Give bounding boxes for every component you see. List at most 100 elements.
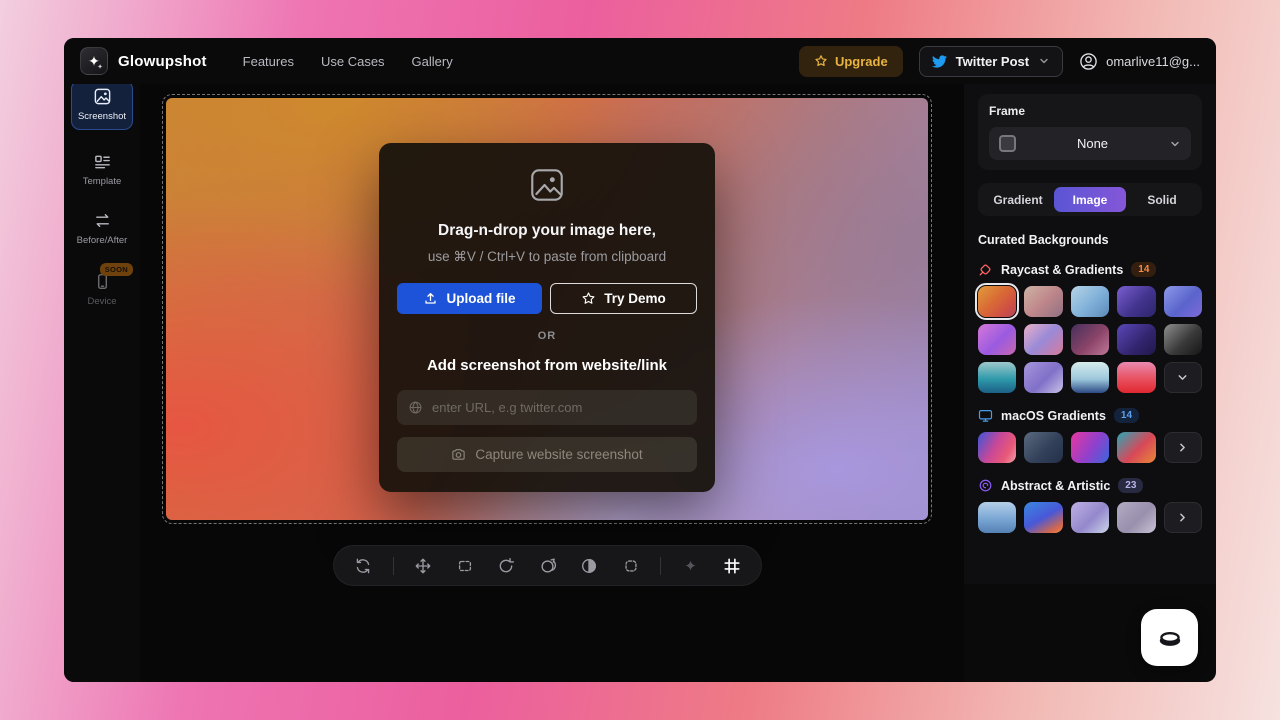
background-type-tabs: Gradient Image Solid	[978, 183, 1202, 216]
sidebar-item-before-after[interactable]: Before/After	[71, 211, 133, 246]
chevron-right-icon	[1176, 511, 1189, 524]
background-thumbnail[interactable]	[1024, 432, 1062, 463]
monitor-icon	[978, 408, 993, 423]
grid-frame-icon[interactable]	[720, 554, 744, 578]
toolbar-divider	[660, 557, 661, 575]
background-thumbnail[interactable]	[1117, 324, 1155, 355]
sidebar-item-label: Template	[71, 176, 133, 187]
capture-screenshot-button[interactable]: Capture website screenshot	[397, 437, 697, 472]
contrast-icon[interactable]	[577, 554, 601, 578]
background-thumbnail[interactable]	[1164, 324, 1202, 355]
url-input[interactable]	[432, 400, 686, 415]
sidebar: Screenshot Template Before/After SOON De…	[64, 84, 140, 682]
background-thumbnail[interactable]	[1071, 324, 1109, 355]
abstract-section-header: Abstract & Artistic 23	[978, 478, 1202, 493]
background-thumbnail[interactable]	[1071, 362, 1109, 393]
background-thumbnail[interactable]	[978, 502, 1016, 533]
move-icon[interactable]	[411, 554, 435, 578]
sidebar-item-label: Before/After	[71, 235, 133, 246]
sidebar-item-label: Screenshot	[72, 111, 132, 122]
or-divider: OR	[397, 330, 697, 342]
swap-arrows-icon	[71, 211, 133, 231]
background-thumbnail[interactable]	[1117, 362, 1155, 393]
tab-gradient[interactable]: Gradient	[982, 187, 1054, 212]
push-button-icon	[1155, 623, 1185, 653]
corner-radius-icon[interactable]	[619, 554, 643, 578]
sidebar-item-label: Device	[71, 296, 133, 307]
curated-backgrounds-title: Curated Backgrounds	[978, 233, 1202, 247]
preset-label: Twitter Post	[956, 54, 1029, 69]
frame-dropdown[interactable]: None	[989, 127, 1191, 160]
background-thumbnail[interactable]	[1071, 502, 1109, 533]
sidebar-item-device[interactable]: SOON Device	[71, 272, 133, 307]
account-email: omarlive11@g...	[1106, 54, 1200, 69]
image-icon	[72, 87, 132, 107]
sidebar-item-screenshot[interactable]: Screenshot	[71, 80, 133, 130]
section-title: macOS Gradients	[1001, 409, 1106, 423]
tab-solid[interactable]: Solid	[1126, 187, 1198, 212]
palette-icon	[978, 478, 993, 493]
background-thumbnail[interactable]	[978, 324, 1016, 355]
feedback-widget-button[interactable]	[1141, 609, 1198, 666]
background-thumbnail[interactable]	[1117, 502, 1155, 533]
chevron-down-icon	[1169, 138, 1181, 150]
reset-icon[interactable]	[351, 554, 375, 578]
background-thumbnail[interactable]	[978, 432, 1016, 463]
upload-file-label: Upload file	[446, 291, 515, 306]
background-thumbnail[interactable]	[978, 362, 1016, 393]
see-all-button[interactable]	[1164, 432, 1202, 463]
see-all-button[interactable]	[1164, 502, 1202, 533]
nav-gallery[interactable]: Gallery	[412, 54, 453, 69]
frame-label: Frame	[989, 104, 1191, 118]
globe-icon	[408, 400, 423, 415]
capture-screenshot-label: Capture website screenshot	[475, 447, 642, 462]
account-menu[interactable]: omarlive11@g...	[1079, 52, 1200, 71]
section-title: Raycast & Gradients	[1001, 263, 1123, 277]
background-thumbnail[interactable]	[1024, 502, 1062, 533]
template-icon	[71, 152, 133, 172]
frame-preview-icon	[999, 135, 1016, 152]
settings-panel: Frame None Gradient Image Solid Curated …	[964, 84, 1216, 584]
raycast-thumbnails	[978, 286, 1202, 393]
nav-use-cases[interactable]: Use Cases	[321, 54, 385, 69]
expand-more-button[interactable]	[1164, 362, 1202, 393]
background-thumbnail[interactable]	[1117, 286, 1155, 317]
dropzone-subtitle: use ⌘V / Ctrl+V to paste from clipboard	[397, 249, 697, 265]
upgrade-button[interactable]: Upgrade	[799, 46, 903, 77]
macos-thumbnails	[978, 432, 1202, 463]
dropzone-title: Drag-n-drop your image here,	[397, 222, 697, 240]
background-thumbnail[interactable]	[1164, 286, 1202, 317]
star-icon	[814, 54, 828, 68]
background-thumbnail[interactable]	[1071, 286, 1109, 317]
background-thumbnail[interactable]	[1071, 432, 1109, 463]
twitter-icon	[932, 54, 947, 69]
try-demo-button[interactable]: Try Demo	[550, 283, 697, 314]
rotate-3d-icon[interactable]	[536, 554, 560, 578]
raycast-section-header: Raycast & Gradients 14	[978, 262, 1202, 277]
upload-file-button[interactable]: Upload file	[397, 283, 542, 314]
count-badge: 14	[1114, 408, 1139, 423]
export-preset-dropdown[interactable]: Twitter Post	[919, 46, 1063, 77]
background-thumbnail[interactable]	[1024, 286, 1062, 317]
background-thumbnail[interactable]	[1024, 324, 1062, 355]
editor-main: Drag-n-drop your image here, use ⌘V / Ct…	[140, 84, 964, 682]
try-demo-label: Try Demo	[604, 291, 666, 306]
background-thumbnail[interactable]	[1117, 432, 1155, 463]
count-badge: 23	[1118, 478, 1143, 493]
brand-name: Glowupshot	[118, 53, 207, 70]
frame-card: Frame None	[978, 94, 1202, 170]
toolbar-divider	[393, 557, 394, 575]
nav-features[interactable]: Features	[243, 54, 294, 69]
effects-sparkle-icon[interactable]: ✦	[679, 554, 703, 578]
background-thumbnail[interactable]	[1024, 362, 1062, 393]
upload-icon	[423, 291, 438, 306]
tab-image[interactable]: Image	[1054, 187, 1126, 212]
background-thumbnail[interactable]	[978, 286, 1016, 317]
sidebar-item-template[interactable]: Template	[71, 152, 133, 187]
resize-icon[interactable]	[453, 554, 477, 578]
frame-value: None	[1016, 136, 1169, 151]
canvas[interactable]: Drag-n-drop your image here, use ⌘V / Ct…	[166, 98, 928, 520]
camera-icon	[451, 447, 466, 462]
app-window: ✦ ✦ Glowupshot Features Use Cases Galler…	[64, 38, 1216, 682]
rotate-icon[interactable]	[494, 554, 518, 578]
